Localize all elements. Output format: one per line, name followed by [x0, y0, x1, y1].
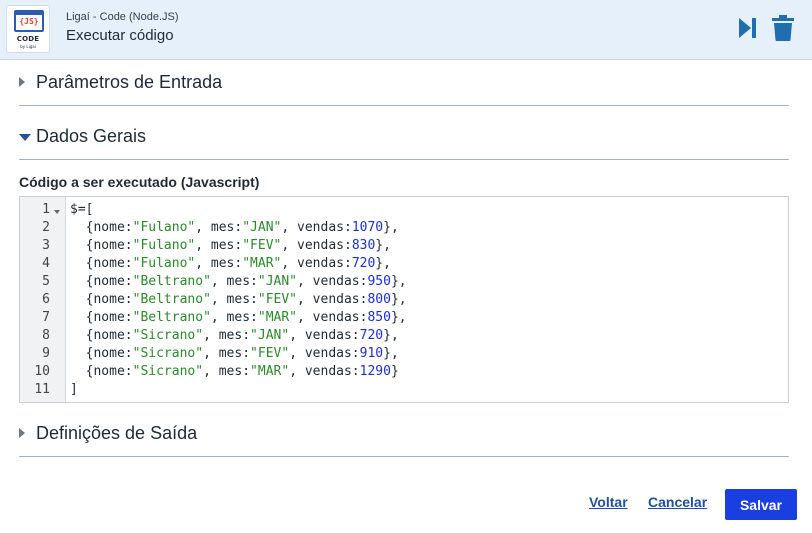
caret-right-icon: [19, 428, 25, 438]
delete-button[interactable]: [770, 13, 796, 43]
code-line: {nome:"Beltrano", mes:"JAN", vendas:950}…: [70, 274, 407, 289]
app-logo-by-text: by Ligaí: [20, 44, 36, 49]
line-number: 7: [42, 310, 50, 325]
line-number: 5: [42, 274, 50, 289]
section-dados-gerais[interactable]: Dados Gerais: [19, 114, 789, 160]
line-number: 1: [42, 202, 50, 217]
code-line: {nome:"Fulano", mes:"MAR", vendas:720},: [70, 256, 391, 271]
page-title: Executar código: [66, 27, 174, 44]
caret-down-icon: [19, 134, 31, 141]
run-button[interactable]: [734, 13, 760, 43]
code-window-icon: {JS}: [14, 10, 44, 32]
section-label: Parâmetros de Entrada: [36, 72, 223, 92]
code-line: {nome:"Sicrano", mes:"FEV", vendas:910},: [70, 346, 399, 361]
line-number: 11: [34, 382, 50, 397]
run-step-icon: [739, 18, 756, 38]
line-number: 9: [42, 346, 50, 361]
trash-icon: [772, 15, 794, 41]
cancel-link[interactable]: Cancelar: [648, 494, 707, 510]
fold-arrow-icon[interactable]: [54, 210, 60, 214]
caret-right-icon: [19, 77, 25, 87]
app-logo-code-text: CODE: [16, 35, 40, 43]
code-line: {nome:"Sicrano", mes:"JAN", vendas:720},: [70, 328, 399, 343]
line-number-gutter: 1 2 3 4 5 6 7 8 9 10 11: [20, 197, 66, 402]
line-number: 10: [34, 364, 50, 379]
app-logo-icon: {JS} CODE by Ligaí: [6, 5, 50, 53]
save-button[interactable]: Salvar: [725, 489, 797, 520]
code-field-label: Código a ser executado (Javascript): [19, 174, 260, 190]
line-number: 2: [42, 220, 50, 235]
code-line: {nome:"Fulano", mes:"JAN", vendas:1070},: [70, 220, 399, 235]
line-number: 8: [42, 328, 50, 343]
code-line: {nome:"Sicrano", mes:"MAR", vendas:1290}: [70, 364, 399, 379]
back-link[interactable]: Voltar: [589, 494, 628, 510]
code-line: ]: [70, 382, 78, 397]
line-number: 4: [42, 256, 50, 271]
app-logo-glyph: {JS}: [19, 17, 39, 26]
section-label: Definições de Saída: [36, 423, 198, 443]
code-editor[interactable]: 1 2 3 4 5 6 7 8 9 10 11 $=[ {nome:"Fulano", mes:"J…: [19, 196, 789, 403]
section-parametros-entrada[interactable]: Parâmetros de Entrada: [19, 60, 789, 106]
code-line: {nome:"Beltrano", mes:"FEV", vendas:800}…: [70, 292, 407, 307]
line-number: 6: [42, 292, 50, 307]
section-label: Dados Gerais: [36, 126, 147, 146]
code-line: $=[: [70, 202, 94, 217]
line-number: 3: [42, 238, 50, 253]
section-definicoes-saida[interactable]: Definições de Saída: [19, 411, 789, 457]
header-subtitle: Ligaí - Code (Node.JS): [66, 11, 179, 23]
code-line: {nome:"Beltrano", mes:"MAR", vendas:850}…: [70, 310, 407, 325]
code-line: {nome:"Fulano", mes:"FEV", vendas:830},: [70, 238, 391, 253]
header-bar: {JS} CODE by Ligaí Ligaí - Code (Node.JS…: [0, 0, 812, 60]
